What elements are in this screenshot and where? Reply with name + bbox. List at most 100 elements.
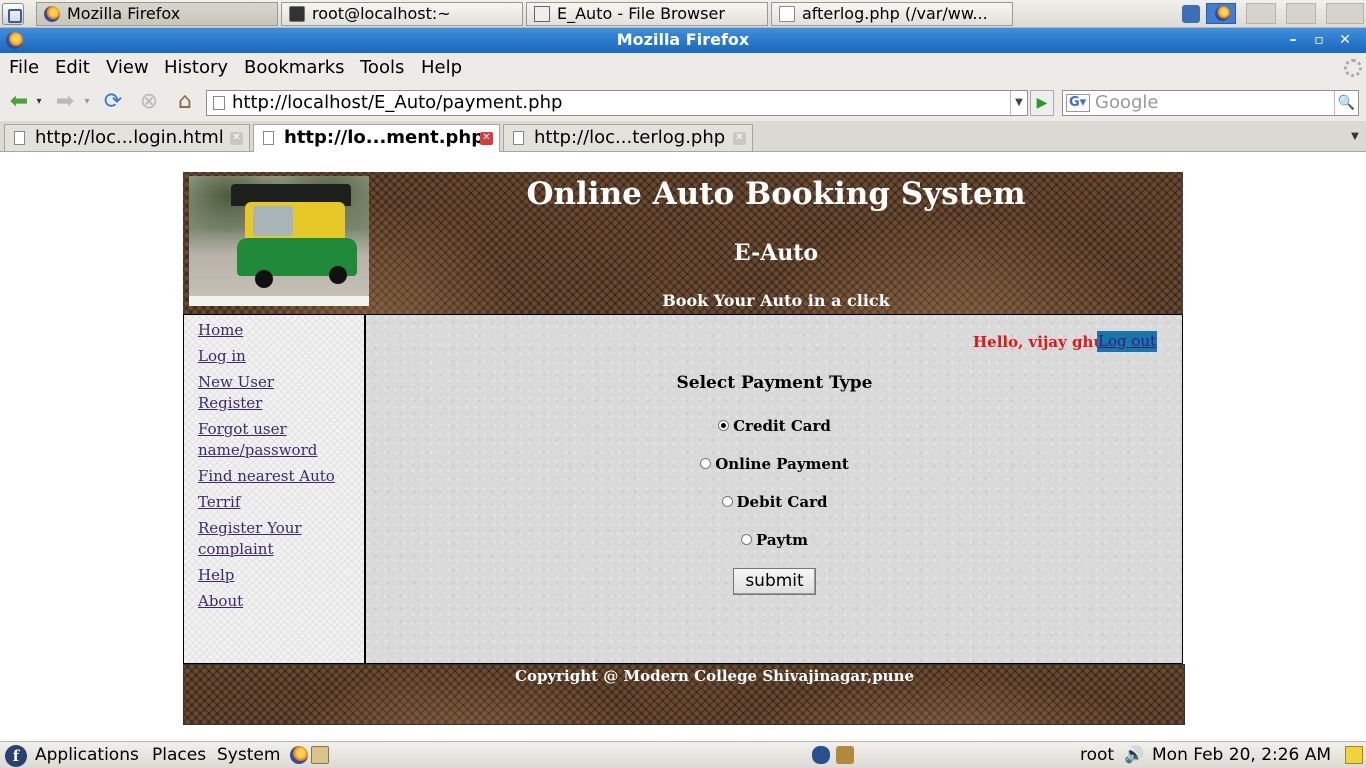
tab-label: http://lo...ment.php — [284, 127, 485, 148]
address-bar[interactable]: http://localhost/E_Auto/payment.php — [206, 90, 1028, 116]
minimize-button[interactable]: – — [1282, 31, 1304, 50]
paytm-radio[interactable] — [740, 533, 752, 545]
firefox-icon — [44, 6, 60, 22]
navigation-toolbar: ⬅ ▾ ➡ ▾ ⟳ ⊗ ⌂ http://localhost/E_Auto/pa… — [0, 83, 1366, 121]
menu-file[interactable]: File — [9, 53, 39, 83]
list-all-tabs-icon[interactable]: ▼ — [1346, 125, 1364, 149]
url-text: http://localhost/E_Auto/payment.php — [232, 92, 563, 113]
payment-panel: Hello, vijay ghule Log out Select Paymen… — [366, 314, 1183, 664]
search-engine-letter: G — [1069, 95, 1080, 110]
payment-option-credit-card: Credit Card — [366, 416, 1183, 436]
tab-afterlog[interactable]: http://loc...terlog.php ✕ — [503, 124, 753, 151]
sidebar-link-forgot[interactable]: Forgot user name/password — [198, 420, 317, 459]
search-icon[interactable]: 🔍 — [1334, 91, 1358, 115]
go-button[interactable]: ▶ — [1030, 90, 1054, 116]
sidebar-link-help[interactable]: Help — [198, 566, 234, 584]
maximize-button[interactable]: ▫ — [1308, 31, 1330, 50]
page-icon — [263, 131, 274, 145]
bluetooth-icon[interactable] — [812, 746, 830, 764]
site-container: Online Auto Booking System E-Auto Book Y… — [183, 172, 1185, 725]
option-label: Online Payment — [715, 455, 849, 473]
search-placeholder: Google — [1095, 92, 1159, 113]
places-menu[interactable]: Places — [152, 742, 206, 768]
tab-login[interactable]: http://loc...login.html ✕ — [4, 124, 250, 151]
workspace-1[interactable] — [1206, 3, 1236, 24]
url-history-dropdown-icon[interactable]: ▼ — [1010, 91, 1027, 115]
site-title: Online Auto Booking System — [526, 176, 1026, 212]
menu-bar: File Edit View History Bookmarks Tools H… — [0, 53, 1366, 83]
site-header: Online Auto Booking System E-Auto Book Y… — [183, 172, 1183, 314]
close-tab-icon[interactable]: ✕ — [480, 132, 493, 145]
applications-menu[interactable]: Applications — [35, 742, 139, 768]
notes-icon[interactable] — [1345, 746, 1363, 764]
search-engine-icon[interactable]: G▾ — [1066, 94, 1090, 112]
terminal-icon — [289, 6, 305, 22]
close-tab-icon[interactable]: ✕ — [230, 132, 243, 145]
workspace-3[interactable] — [1286, 3, 1316, 24]
online-payment-radio[interactable] — [700, 457, 712, 469]
clock[interactable]: Mon Feb 20, 2:26 AM — [1152, 742, 1331, 768]
sidebar-nav: Home Log in New User Register Forgot use… — [183, 314, 366, 664]
sidebar-link-find-auto[interactable]: Find nearest Auto — [198, 467, 335, 485]
sidebar-link-complaint[interactable]: Register Your complaint — [198, 519, 302, 558]
search-input[interactable]: G▾ Google 🔍 — [1062, 90, 1359, 116]
option-label: Credit Card — [733, 417, 831, 435]
logout-link[interactable]: Log out — [1097, 331, 1158, 352]
notification-icon[interactable] — [1182, 5, 1200, 23]
page-icon — [213, 96, 225, 110]
menu-edit[interactable]: Edit — [55, 53, 90, 83]
bottom-panel: f Applications Places System root 🔊 Mon … — [0, 741, 1366, 768]
home-icon[interactable]: ⌂ — [172, 89, 198, 115]
firefox-icon — [6, 32, 23, 49]
window-titlebar: Mozilla Firefox – ▫ ✕ — [0, 28, 1366, 53]
back-history-dropdown-icon[interactable]: ▾ — [32, 89, 46, 115]
firefox-launcher-icon[interactable] — [290, 746, 308, 764]
sidebar-link-register[interactable]: New User Register — [198, 373, 274, 412]
payment-option-debit-card: Debit Card — [366, 492, 1183, 512]
task-label: E_Auto - File Browser — [557, 4, 725, 23]
menu-bookmarks[interactable]: Bookmarks — [244, 53, 345, 83]
payment-option-online: Online Payment — [366, 454, 1183, 474]
update-notifier-icon[interactable] — [836, 746, 854, 764]
copyright-text: Copyright @ Modern College Shivajinagar,… — [515, 667, 915, 685]
sidebar-link-about[interactable]: About — [198, 592, 243, 610]
show-desktop-icon[interactable] — [2, 3, 24, 25]
close-tab-icon[interactable]: ✕ — [733, 132, 746, 145]
system-menu[interactable]: System — [217, 742, 280, 768]
taskbar-terminal[interactable]: root@localhost:~ — [281, 2, 523, 26]
volume-icon[interactable]: 🔊 — [1124, 742, 1144, 768]
taskbar-file-browser[interactable]: E_Auto - File Browser — [526, 2, 768, 26]
stop-icon[interactable]: ⊗ — [136, 89, 162, 115]
tab-payment[interactable]: http://lo...ment.php ✕ — [253, 124, 500, 152]
site-tagline: Book Your Auto in a click — [662, 291, 890, 310]
sidebar-link-tariff[interactable]: Terrif — [198, 493, 240, 511]
sidebar-link-home[interactable]: Home — [198, 321, 243, 339]
fedora-icon: f — [5, 745, 27, 767]
forward-history-dropdown-icon[interactable]: ▾ — [80, 89, 94, 115]
tab-label: http://loc...login.html — [35, 127, 224, 148]
task-label: Mozilla Firefox — [67, 4, 181, 23]
task-label: afterlog.php (/var/ww... — [802, 4, 988, 23]
workspace-2[interactable] — [1246, 3, 1276, 24]
top-panel: Mozilla Firefox root@localhost:~ E_Auto … — [0, 0, 1366, 28]
user-name[interactable]: root — [1080, 742, 1114, 768]
menu-help[interactable]: Help — [421, 53, 462, 83]
reload-icon[interactable]: ⟳ — [100, 89, 126, 115]
credit-card-radio[interactable] — [718, 419, 730, 431]
taskbar-firefox[interactable]: Mozilla Firefox — [36, 2, 278, 26]
taskbar-text-editor[interactable]: afterlog.php (/var/ww... — [771, 2, 1013, 26]
activity-throbber-icon — [1344, 59, 1362, 77]
sidebar-link-login[interactable]: Log in — [198, 347, 246, 365]
menu-tools[interactable]: Tools — [360, 53, 404, 83]
forward-button[interactable]: ➡ — [52, 89, 78, 115]
menu-view[interactable]: View — [106, 53, 149, 83]
menu-history[interactable]: History — [164, 53, 228, 83]
mail-launcher-icon[interactable] — [311, 746, 329, 764]
site-subtitle: E-Auto — [733, 240, 819, 266]
submit-button[interactable]: submit — [733, 568, 816, 595]
auto-rickshaw-image — [189, 176, 369, 306]
workspace-4[interactable] — [1326, 3, 1364, 24]
back-button[interactable]: ⬅ — [6, 89, 32, 115]
debit-card-radio[interactable] — [721, 495, 733, 507]
close-button[interactable]: ✕ — [1334, 31, 1356, 50]
